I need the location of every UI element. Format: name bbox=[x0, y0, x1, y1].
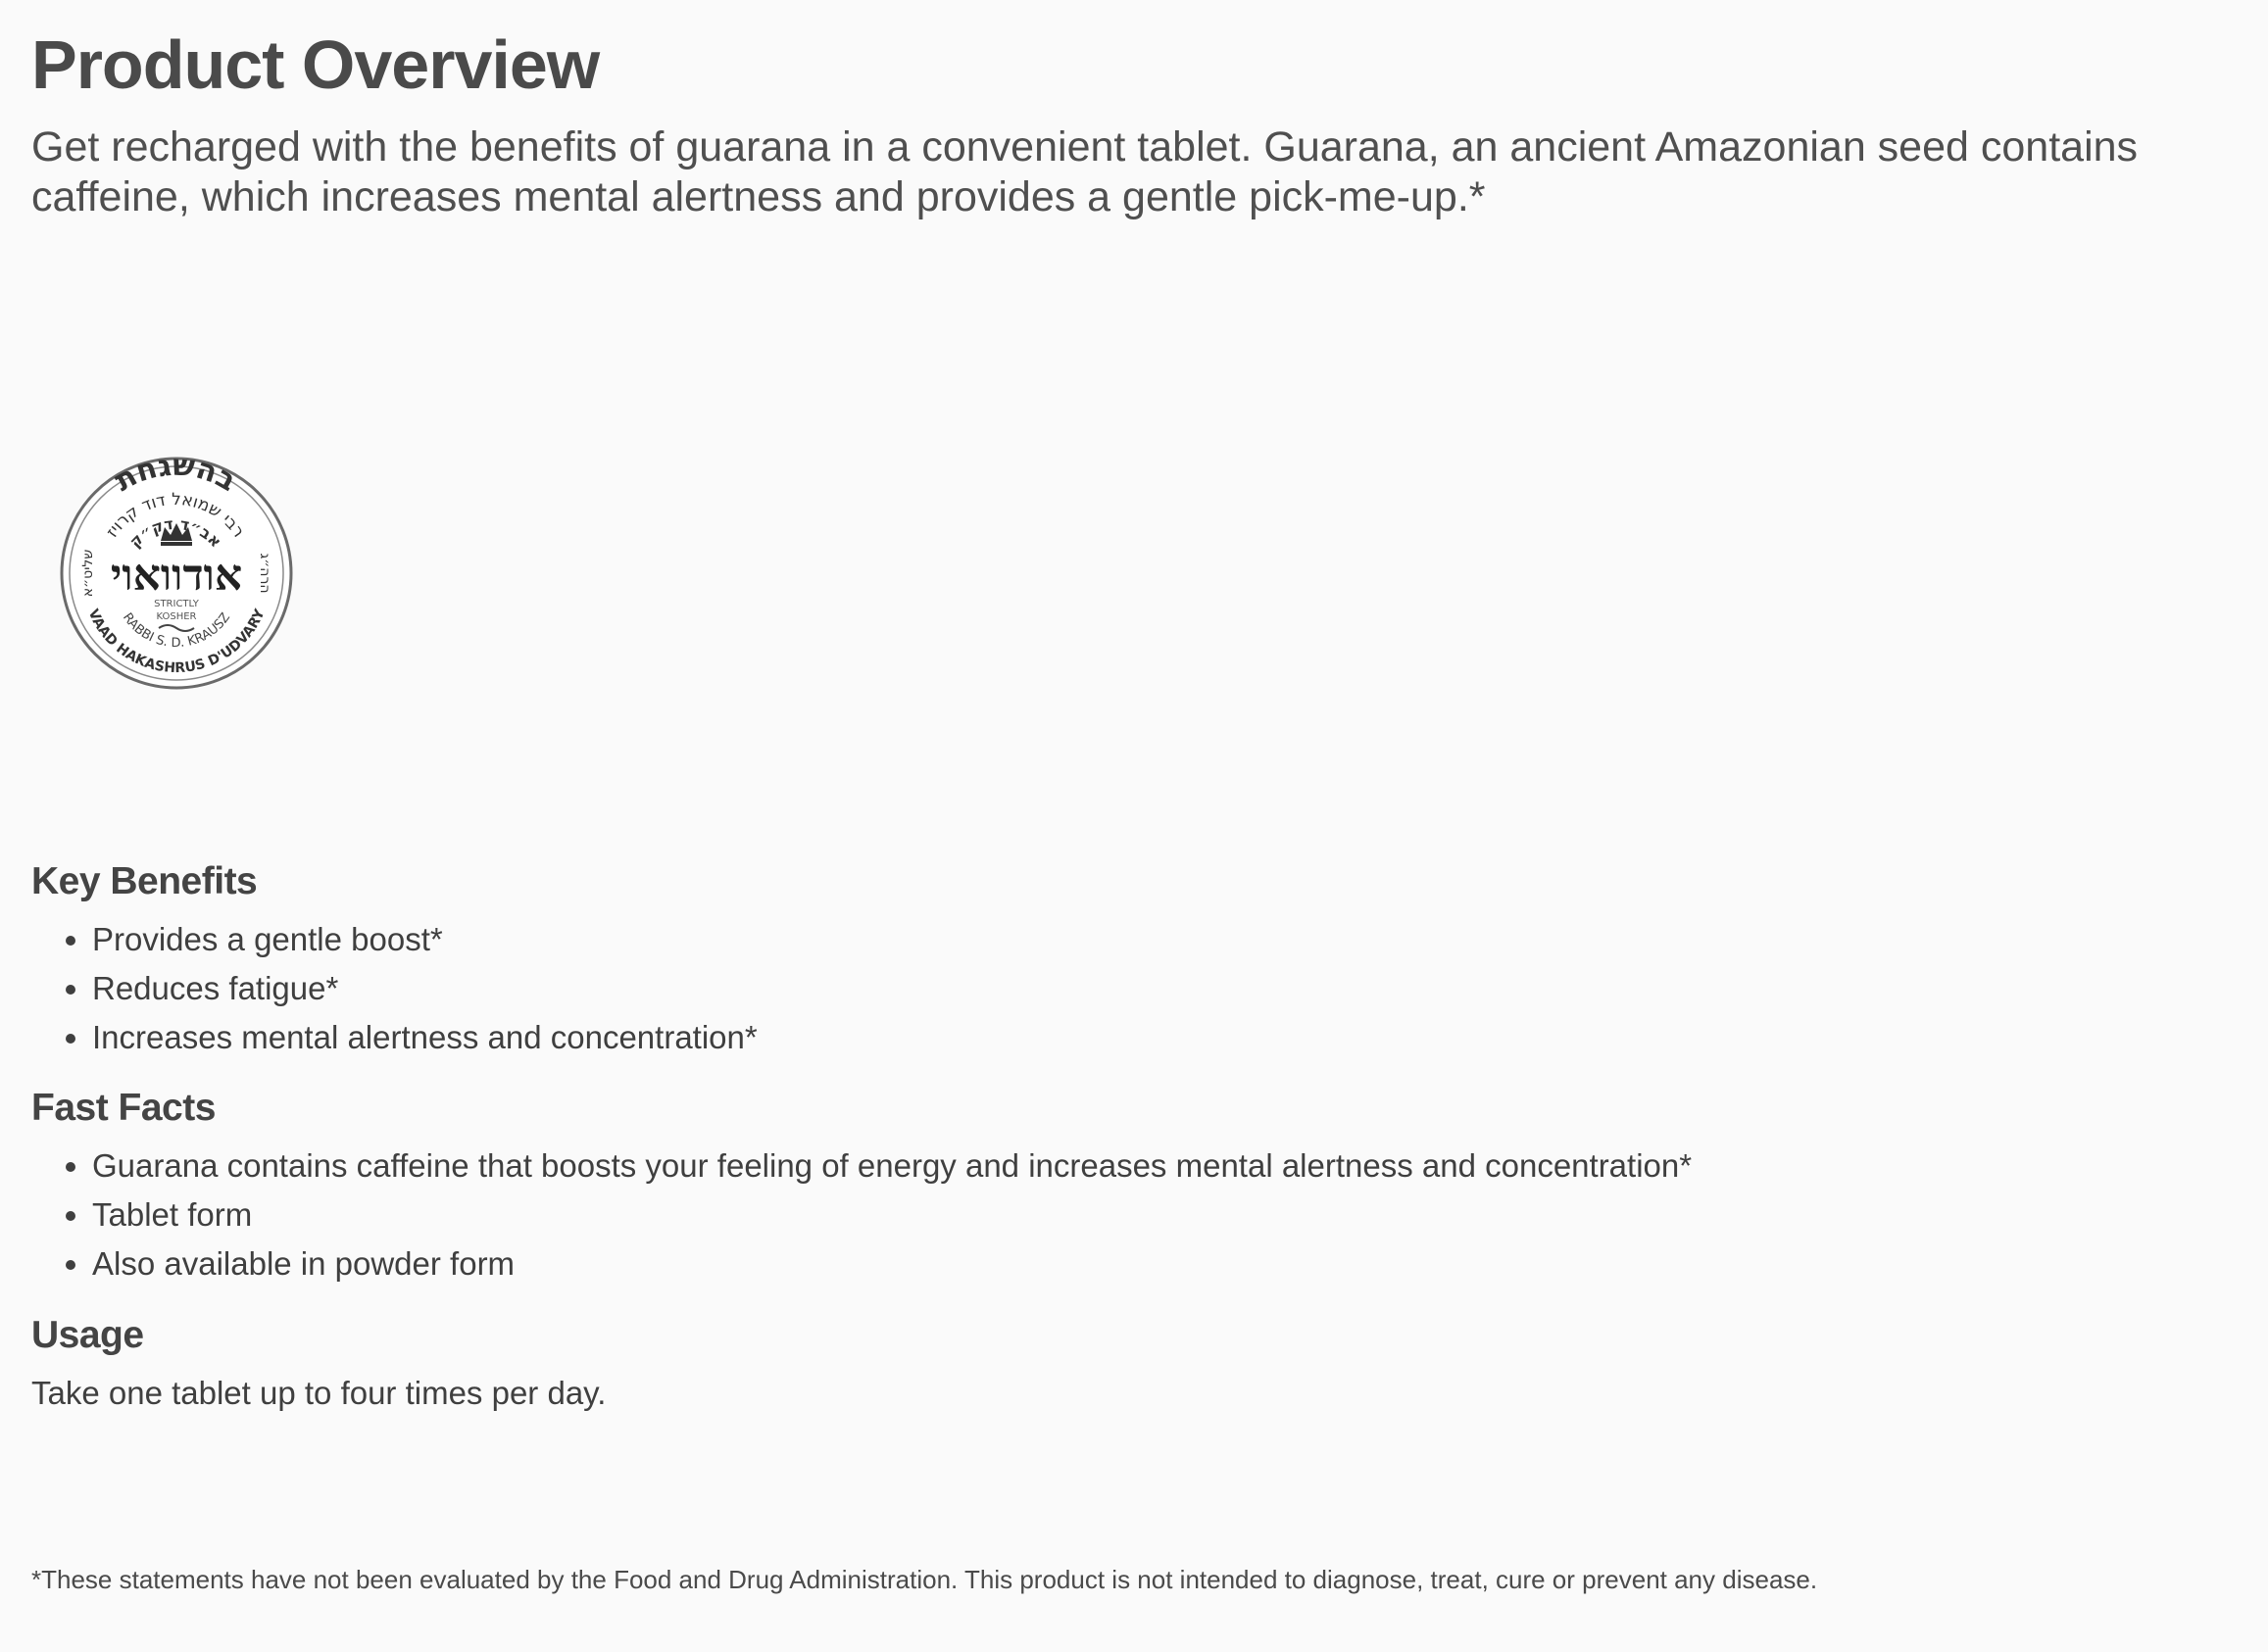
fda-disclaimer: *These statements have not been evaluate… bbox=[31, 1565, 1818, 1594]
key-benefits-heading: Key Benefits bbox=[31, 860, 258, 902]
seal-kosher: KOSHER bbox=[156, 611, 196, 622]
seal-strictly: STRICTLY bbox=[154, 599, 200, 609]
seal-main-text: אודוואוי bbox=[111, 551, 242, 601]
list-item: Reduces fatigue* bbox=[92, 964, 758, 1013]
key-benefits-list: Provides a gentle boost* Reduces fatigue… bbox=[31, 915, 758, 1062]
list-item: Also available in powder form bbox=[92, 1239, 1692, 1288]
seal-left-arc: שליט״א bbox=[80, 550, 96, 598]
usage-heading: Usage bbox=[31, 1314, 144, 1356]
usage-text: Take one tablet up to four times per day… bbox=[31, 1375, 607, 1411]
list-item: Increases mental alertness and concentra… bbox=[92, 1013, 758, 1062]
fast-facts-heading: Fast Facts bbox=[31, 1087, 216, 1129]
list-item: Guarana contains caffeine that boosts yo… bbox=[92, 1142, 1692, 1190]
page-title: Product Overview bbox=[31, 26, 600, 103]
seal-right-arc: הרה״ג bbox=[257, 554, 272, 594]
list-item: Tablet form bbox=[92, 1190, 1692, 1239]
list-item: Provides a gentle boost* bbox=[92, 915, 758, 964]
kosher-seal-logo: בהשגחת רבי שמואל דוד קרויז אב״ד דק״ק אוד… bbox=[43, 421, 308, 696]
fast-facts-list: Guarana contains caffeine that boosts yo… bbox=[31, 1142, 1692, 1288]
product-intro: Get recharged with the benefits of guara… bbox=[31, 123, 2139, 220]
kosher-seal-graphic: בהשגחת רבי שמואל דוד קרויז אב״ד דק״ק אוד… bbox=[60, 448, 293, 690]
